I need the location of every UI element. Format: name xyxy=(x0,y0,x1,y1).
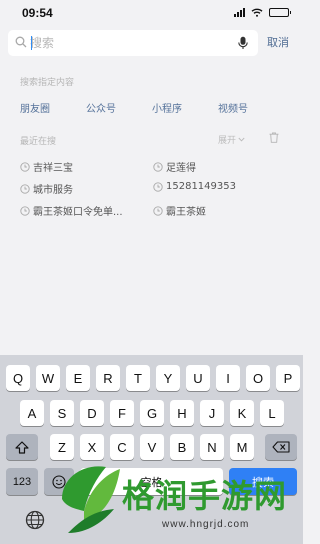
trash-icon[interactable] xyxy=(269,132,279,143)
key-u[interactable]: U xyxy=(186,365,210,391)
recent-item-label: 城市服务 xyxy=(33,185,73,196)
key-p[interactable]: P xyxy=(276,365,300,391)
status-time: 09:54 xyxy=(22,6,53,20)
search-bar: 取消 xyxy=(8,30,295,56)
key-h[interactable]: H xyxy=(170,400,194,426)
watermark-text: 格润手游网 xyxy=(122,477,288,515)
watermark-logo xyxy=(62,466,120,533)
filter-channels[interactable]: 视频号 xyxy=(218,100,248,115)
backspace-icon xyxy=(272,441,290,453)
key-r[interactable]: R xyxy=(96,365,120,391)
recent-item[interactable]: 15281149353 xyxy=(153,181,236,192)
filter-official-accounts[interactable]: 公众号 xyxy=(86,100,116,115)
search-icon xyxy=(15,36,27,48)
recent-item[interactable]: 城市服务 xyxy=(20,181,73,196)
recent-item-label: 吉祥三宝 xyxy=(33,163,73,174)
key-l[interactable]: L xyxy=(260,400,284,426)
key-a[interactable]: A xyxy=(20,400,44,426)
battery-icon xyxy=(269,8,291,17)
wifi-icon xyxy=(251,8,263,17)
shift-icon xyxy=(15,440,29,454)
clock-icon xyxy=(20,205,30,216)
key-f[interactable]: F xyxy=(110,400,134,426)
key-y[interactable]: Y xyxy=(156,365,180,391)
expand-button[interactable]: 展开 xyxy=(218,133,245,146)
clock-icon xyxy=(153,181,163,192)
recent-item[interactable]: 吉祥三宝 xyxy=(20,159,73,174)
key-t[interactable]: T xyxy=(126,365,150,391)
key-k[interactable]: K xyxy=(230,400,254,426)
recent-item[interactable]: 足莲得 xyxy=(153,159,196,174)
recent-item-label: 15281149353 xyxy=(166,181,236,192)
clock-icon xyxy=(153,205,163,216)
key-i[interactable]: I xyxy=(216,365,240,391)
recent-item-label: 霸王茶姬口令免单... xyxy=(33,207,123,218)
clock-icon xyxy=(20,161,30,172)
microphone-icon[interactable] xyxy=(237,36,249,50)
filter-mini-programs[interactable]: 小程序 xyxy=(152,100,182,115)
filter-moments[interactable]: 朋友圈 xyxy=(20,100,50,115)
globe-icon[interactable] xyxy=(25,510,45,530)
recent-item[interactable]: 霸王茶姬 xyxy=(153,203,206,218)
clock-icon xyxy=(153,161,163,172)
recent-item-label: 霸王茶姬 xyxy=(166,207,206,218)
key-o[interactable]: O xyxy=(246,365,270,391)
key-s[interactable]: S xyxy=(50,400,74,426)
recent-item-label: 足莲得 xyxy=(166,163,196,174)
clock-icon xyxy=(20,183,30,194)
key-e[interactable]: E xyxy=(66,365,90,391)
watermark-url: www.hngrjd.com xyxy=(162,519,250,530)
key-g[interactable]: G xyxy=(140,400,164,426)
key-j[interactable]: J xyxy=(200,400,224,426)
recent-item[interactable]: 霸王茶姬口令免单... xyxy=(20,203,123,218)
cellular-signal-icon xyxy=(234,8,245,17)
recent-title: 最近在搜 xyxy=(20,137,57,147)
numbers-key[interactable]: 123 xyxy=(6,468,38,495)
cancel-button[interactable]: 取消 xyxy=(267,34,289,50)
status-icons xyxy=(234,8,291,17)
shift-key[interactable] xyxy=(6,434,38,460)
key-q[interactable]: Q xyxy=(6,365,30,391)
status-bar: 09:54 xyxy=(0,0,303,28)
key-d[interactable]: D xyxy=(80,400,104,426)
chevron-down-icon xyxy=(238,137,245,142)
watermark: 格润手游网 www.hngrjd.com xyxy=(52,457,303,544)
key-w[interactable]: W xyxy=(36,365,60,391)
search-input[interactable] xyxy=(30,34,230,52)
text-cursor xyxy=(31,36,32,50)
search-box[interactable] xyxy=(8,30,258,56)
filters-title: 搜索指定内容 xyxy=(20,78,75,88)
expand-label: 展开 xyxy=(218,136,237,146)
